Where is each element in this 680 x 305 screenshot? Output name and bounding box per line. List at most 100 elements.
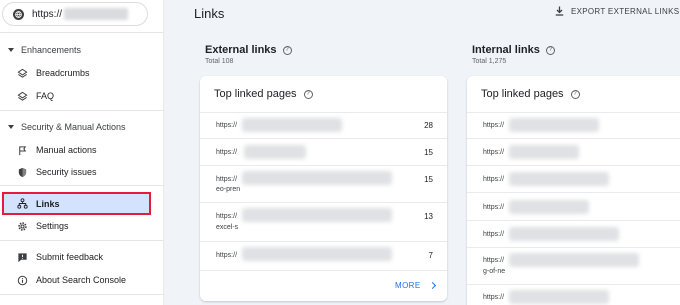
row-divider: [200, 112, 447, 113]
divider: [0, 294, 163, 295]
url-redacted: [242, 208, 392, 222]
external-links-title-text: External links: [205, 44, 277, 56]
table-row-url[interactable]: https://: [483, 176, 504, 183]
table-row-url[interactable]: https://: [483, 122, 504, 129]
export-external-links-button[interactable]: EXPORT EXTERNAL LINKS: [555, 6, 679, 16]
sidebar-item-label: FAQ: [36, 91, 55, 101]
table-row-url[interactable]: https://: [216, 122, 237, 129]
url-redacted: [242, 247, 392, 261]
help-icon[interactable]: ?: [303, 89, 313, 99]
property-url-redacted: [64, 8, 129, 20]
url-redacted: [509, 290, 609, 304]
sidebar-item-links[interactable]: Links: [2, 192, 151, 215]
flag-icon: [16, 144, 28, 156]
sidebar-item-faq[interactable]: FAQ: [0, 85, 150, 107]
internal-links-total: Total 1,275: [472, 58, 507, 65]
url-redacted: [509, 227, 619, 241]
url-redacted: [242, 171, 392, 185]
divider: [0, 110, 163, 111]
url-redacted: [242, 118, 342, 132]
table-row-count: 15: [424, 148, 433, 157]
sidebar-item-about[interactable]: About Search Console: [0, 269, 150, 291]
table-row-url[interactable]: https://: [216, 213, 237, 220]
table-row-url-suffix: g-of-ne: [483, 268, 506, 275]
url-redacted: [509, 253, 639, 267]
divider: [0, 185, 163, 186]
card-title-text: Top linked pages: [214, 88, 297, 100]
table-row-url[interactable]: https://: [483, 294, 504, 301]
external-top-linked-pages-card: Top linked pages ? https:// 28 https:// …: [200, 76, 447, 301]
gear-icon: [16, 220, 28, 232]
url-redacted: [244, 145, 306, 159]
card-title: Top linked pages ?: [214, 88, 313, 100]
divider: [0, 240, 163, 241]
property-url: https://: [32, 8, 63, 20]
property-selector[interactable]: https://: [2, 2, 148, 26]
layers-icon: [16, 67, 28, 79]
internal-top-linked-pages-card: Top linked pages ? https:// https:// htt…: [467, 76, 680, 305]
sidebar-item-label: Submit feedback: [36, 252, 104, 262]
row-divider: [467, 284, 680, 285]
row-divider: [467, 112, 680, 113]
internal-links-title-text: Internal links: [472, 44, 540, 56]
card-title: Top linked pages ?: [481, 88, 580, 100]
table-row-url[interactable]: https://: [483, 204, 504, 211]
help-icon[interactable]: ?: [570, 89, 580, 99]
internal-links-title: Internal links ?: [472, 44, 555, 56]
url-redacted: [509, 172, 609, 186]
section-enhancements[interactable]: Enhancements: [0, 40, 163, 60]
export-label: EXPORT EXTERNAL LINKS: [571, 6, 680, 16]
section-enhancements-label: Enhancements: [21, 45, 82, 55]
table-row-url-suffix: eo-pren: [216, 186, 241, 193]
table-row-url[interactable]: https://: [216, 252, 237, 259]
more-button[interactable]: MORE: [395, 281, 436, 290]
more-label: MORE: [395, 281, 421, 290]
sidebar-item-settings[interactable]: Settings: [0, 215, 150, 237]
table-row-count: 28: [424, 121, 433, 130]
help-icon[interactable]: ?: [545, 45, 555, 55]
sidebar-item-security-issues[interactable]: Security issues: [0, 161, 150, 183]
url-redacted: [509, 200, 589, 214]
table-row-url-suffix: excel-s: [216, 224, 239, 231]
row-divider: [200, 138, 447, 139]
table-row-count: 13: [424, 212, 433, 221]
table-row-url[interactable]: https://: [483, 231, 504, 238]
sidebar-item-manual-actions[interactable]: Manual actions: [0, 139, 150, 161]
row-divider: [467, 220, 680, 221]
row-divider: [200, 165, 447, 166]
layers-icon: [16, 90, 28, 102]
sidebar-item-label: About Search Console: [36, 275, 127, 285]
page-title: Links: [194, 6, 225, 21]
table-row-url[interactable]: https://: [216, 149, 237, 156]
row-divider: [467, 192, 680, 193]
sidebar-item-label: Settings: [36, 221, 69, 231]
chevron-right-icon: [428, 281, 436, 290]
sidebar-item-label: Links: [36, 198, 60, 209]
download-icon: [555, 6, 564, 16]
row-divider: [467, 138, 680, 139]
table-row-url[interactable]: https://: [483, 257, 504, 264]
caret-down-icon: [8, 48, 14, 52]
external-links-total: Total 108: [205, 58, 234, 65]
feedback-icon: [16, 251, 28, 263]
url-redacted: [509, 145, 579, 159]
external-links-title: External links ?: [205, 44, 292, 56]
sidebar-item-submit-feedback[interactable]: Submit feedback: [0, 246, 150, 268]
globe-icon: [13, 8, 24, 20]
sitemap-icon: [16, 198, 28, 210]
sidebar-item-label: Security issues: [36, 167, 97, 177]
row-divider: [467, 247, 680, 248]
sidebar-item-breadcrumbs[interactable]: Breadcrumbs: [0, 62, 150, 84]
section-security-label: Security & Manual Actions: [21, 122, 126, 132]
help-icon[interactable]: ?: [282, 45, 292, 55]
section-security[interactable]: Security & Manual Actions: [0, 117, 163, 137]
row-divider: [200, 241, 447, 242]
caret-down-icon: [8, 125, 14, 129]
row-divider: [200, 202, 447, 203]
divider: [0, 32, 163, 33]
row-divider: [200, 270, 447, 271]
table-row-url[interactable]: https://: [216, 176, 237, 183]
table-row-url[interactable]: https://: [483, 149, 504, 156]
table-row-count: 15: [424, 175, 433, 184]
shield-icon: [16, 166, 28, 178]
